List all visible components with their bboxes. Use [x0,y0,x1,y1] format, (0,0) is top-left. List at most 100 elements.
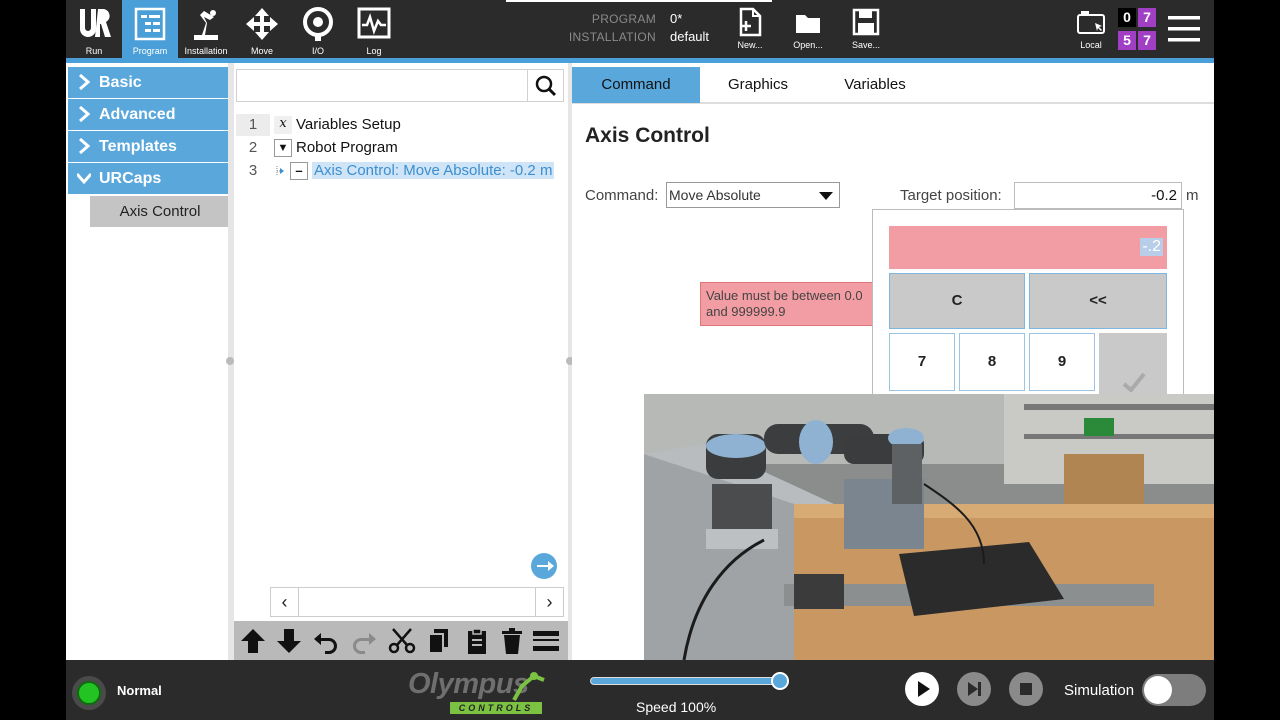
chevron-down-icon [77,173,91,185]
installation-value: default [670,29,710,44]
installation-icon [194,10,218,40]
go-to-node-button[interactable] [531,553,557,579]
tree-row[interactable]: 1 x Variables Setup [234,114,568,136]
clear-key[interactable]: C [889,273,1025,329]
tree-row-selected[interactable]: 3 – Axis Control: Move Absolute: -0.2 m [234,160,568,182]
category-basic[interactable]: Basic [68,67,230,98]
tree-row-label: Axis Control: Move Absolute: -0.2 m [312,162,555,179]
move-up-icon[interactable] [238,627,268,655]
io-icon [303,7,333,41]
ur-polyscope-window: Run Program Installation Move I/O Log PR… [66,0,1214,720]
nav-installation[interactable]: Installation [178,0,234,58]
keypad-display[interactable]: -.2 [889,226,1167,269]
scroll-left-button[interactable]: ‹ [271,588,299,616]
editor-tabs: Command Graphics Variables [572,67,1214,104]
nav-log[interactable]: Log [346,0,402,58]
robot-workcell-photo [644,394,1214,660]
horizontal-scrollbar[interactable]: ‹ › [270,587,564,617]
cut-icon[interactable] [387,627,417,655]
program-icon [134,7,166,41]
search-icon [535,75,557,97]
simulation-label: Simulation [1064,682,1135,699]
hamburger-menu-button[interactable] [1166,14,1202,44]
nav-io[interactable]: I/O [290,0,346,58]
step-icon [968,682,981,696]
open-label: Open... [793,40,823,50]
counter-0: 0 [1118,8,1136,27]
counter-3: 7 [1138,31,1156,50]
command-select[interactable]: Move Absolute [666,182,840,208]
stop-button[interactable] [1009,672,1043,706]
local-label: Local [1080,40,1102,50]
program-key: PROGRAM [591,12,656,26]
move-down-icon[interactable] [274,627,304,655]
robot-status-text: Normal [117,683,162,698]
olympus-controls-logo: Olympus CONTROLS [406,668,548,716]
search-field[interactable] [236,69,564,102]
speed-slider-handle[interactable] [771,672,789,690]
enter-key[interactable] [1099,333,1167,399]
play-button[interactable] [905,672,939,706]
target-position-label: Target position: [900,187,1002,204]
program-node-categories: Basic Advanced Templates URCaps Axis Con… [66,63,232,660]
target-unit: m [1186,187,1199,204]
logo-sub-text: CONTROLS [450,702,542,714]
urcap-axis-control-item[interactable]: Axis Control [90,196,230,227]
command-label: Command: [585,187,659,204]
ur-logo-icon [80,9,111,37]
hamburger-icon [1168,16,1200,42]
open-folder-icon [796,15,820,33]
speed-slider[interactable] [590,672,789,690]
dropdown-arrow-icon [819,192,833,200]
target-position-field[interactable]: -0.2 [1014,182,1182,209]
digit-key-9[interactable]: 9 [1029,333,1095,391]
new-button[interactable]: New... [722,0,778,58]
tab-command[interactable]: Command [572,67,700,103]
nav-move-label: Move [250,46,273,56]
undo-icon[interactable] [311,627,341,655]
tree-row[interactable]: 2 ▼ Robot Program [234,137,568,159]
scroll-right-button[interactable]: › [535,588,563,616]
robot-status-indicator[interactable] [72,676,106,710]
nav-run[interactable]: Run [66,0,122,58]
chevron-right-icon [79,138,91,154]
nav-program-label: Program [132,46,168,56]
status-light-icon [77,681,101,705]
new-label: New... [737,40,763,50]
tab-graphics[interactable]: Graphics [700,67,816,103]
copy-icon[interactable] [424,627,454,655]
save-label: Save... [851,40,880,50]
arrow-right-icon [537,561,554,571]
simulation-toggle[interactable] [1142,674,1206,706]
delete-icon[interactable] [497,627,527,655]
backspace-key[interactable]: << [1029,273,1167,329]
paste-icon[interactable] [462,627,492,655]
search-button[interactable] [527,70,563,101]
counter-2: 5 [1118,31,1136,50]
suppress-icon[interactable] [531,627,561,655]
search-input[interactable] [239,72,525,99]
category-advanced[interactable]: Advanced [68,99,230,130]
digit-key-8[interactable]: 8 [959,333,1025,391]
local-button[interactable]: Local [1063,0,1119,58]
save-icon [852,8,880,36]
digit-key-7[interactable]: 7 [889,333,955,391]
save-button[interactable]: Save... [838,0,894,58]
log-icon [357,7,391,39]
open-button[interactable]: Open... [780,0,836,58]
step-button[interactable] [957,672,991,706]
counter-1: 7 [1138,8,1156,27]
program-value: 0* [670,11,683,26]
redo-icon[interactable] [349,627,379,655]
node-glyph-icon: – [290,162,308,180]
collapse-toggle-icon[interactable]: ▼ [274,139,292,157]
tab-variables[interactable]: Variables [816,67,934,103]
nav-log-label: Log [366,46,382,56]
top-bar: Run Program Installation Move I/O Log PR… [66,0,1214,58]
category-templates[interactable]: Templates [68,131,230,162]
nav-installation-label: Installation [184,46,228,56]
move-icon [246,8,278,40]
category-urcaps[interactable]: URCaps [68,163,230,194]
nav-program[interactable]: Program [122,0,178,58]
nav-move[interactable]: Move [234,0,290,58]
